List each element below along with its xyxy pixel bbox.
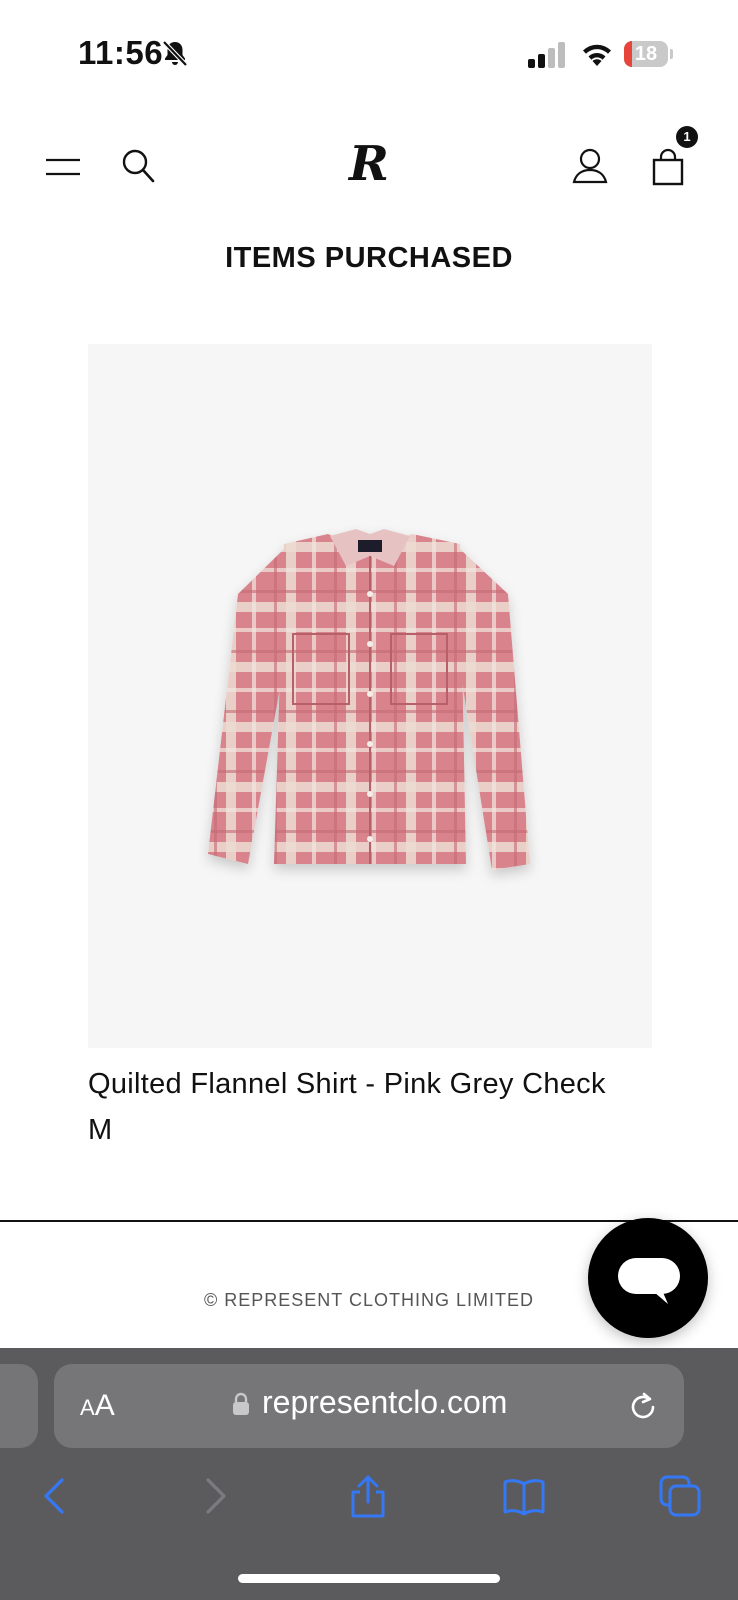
cart-count-badge: 1 <box>676 126 698 148</box>
chat-bubble-icon <box>618 1258 680 1304</box>
silent-bell-icon <box>162 40 188 67</box>
cellular-signal-icon <box>528 42 565 68</box>
text-size-button[interactable]: AA <box>80 1389 115 1423</box>
back-arrow-icon[interactable] <box>34 1474 78 1518</box>
chat-button[interactable] <box>588 1218 708 1338</box>
lock-icon <box>233 1392 249 1415</box>
tabs-icon[interactable] <box>658 1474 702 1518</box>
account-icon[interactable] <box>570 146 610 186</box>
search-icon[interactable] <box>120 146 160 186</box>
wifi-icon <box>583 44 611 66</box>
home-indicator[interactable] <box>238 1574 500 1583</box>
bookmarks-icon[interactable] <box>502 1474 546 1518</box>
share-icon[interactable] <box>346 1474 390 1518</box>
product-image[interactable] <box>88 344 652 1048</box>
url-text[interactable]: representclo.com <box>262 1384 507 1421</box>
forward-arrow-icon[interactable] <box>192 1474 236 1518</box>
reload-icon[interactable] <box>626 1390 660 1424</box>
battery-level: 18 <box>634 43 658 65</box>
brand-logo[interactable]: R <box>346 138 392 190</box>
flannel-shirt-image <box>208 529 530 870</box>
battery-indicator: 18 <box>624 41 674 67</box>
menu-icon[interactable] <box>44 147 84 187</box>
previous-tab-peek[interactable] <box>0 1364 38 1448</box>
shopping-bag-icon[interactable] <box>648 148 688 188</box>
status-time: 11:56 <box>78 34 164 71</box>
page-title: ITEMS PURCHASED <box>225 242 513 274</box>
product-name[interactable]: Quilted Flannel Shirt - Pink Grey Check <box>88 1068 688 1101</box>
product-size: M <box>88 1114 113 1146</box>
